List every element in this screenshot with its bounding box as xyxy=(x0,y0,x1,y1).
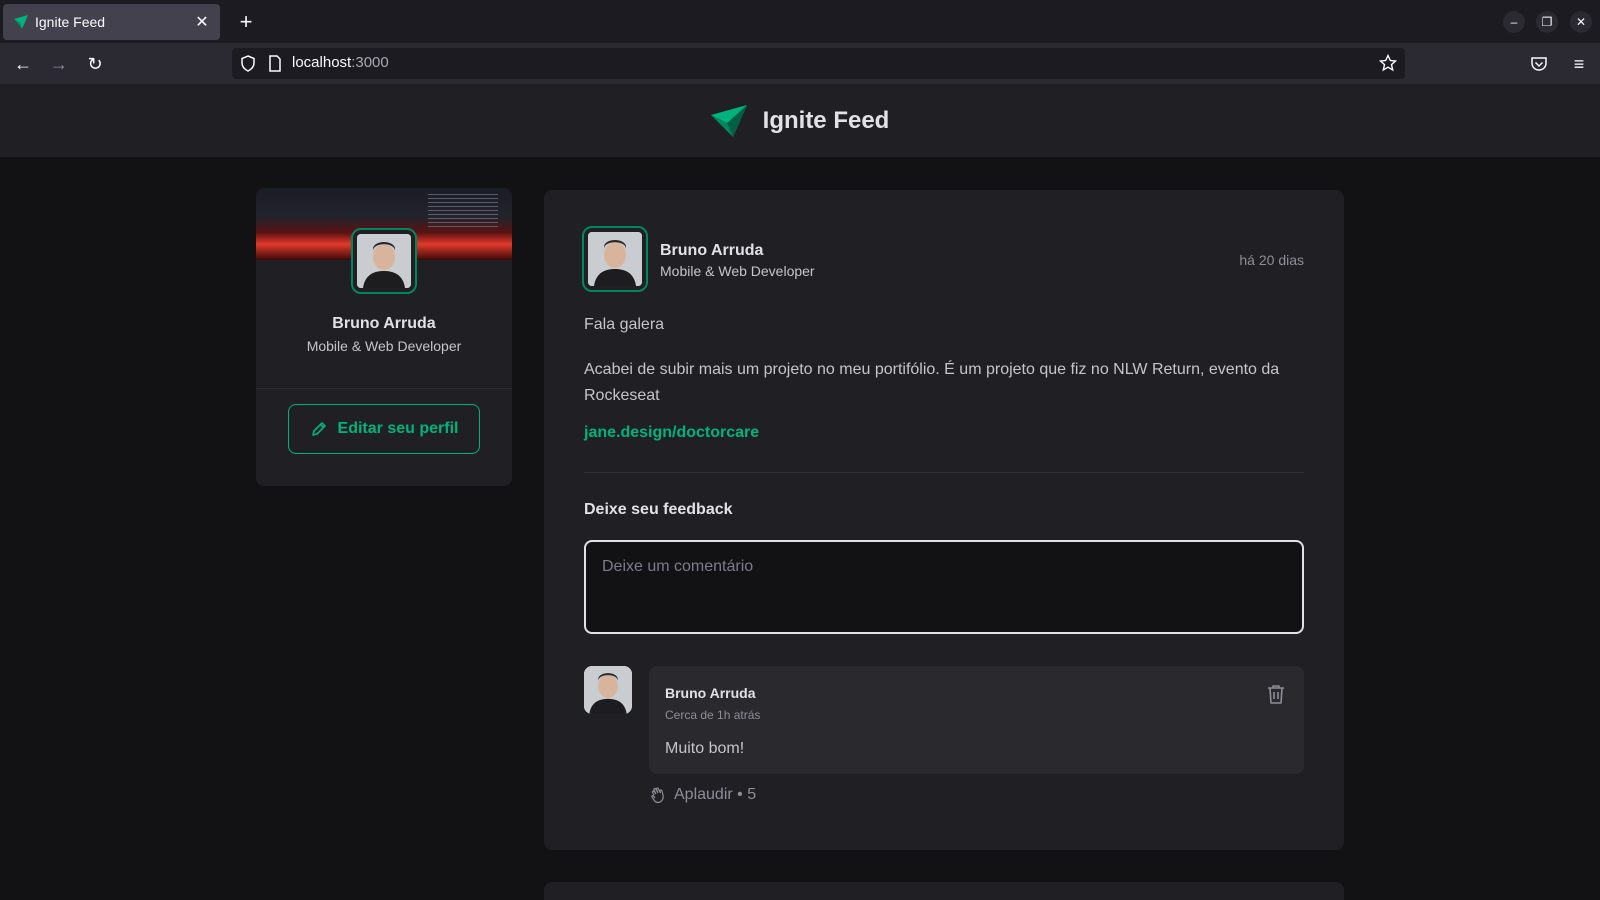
comment-input[interactable] xyxy=(584,540,1304,634)
user-avatar-icon xyxy=(357,234,411,288)
post-author-name: Bruno Arruda xyxy=(660,242,764,259)
user-avatar-icon xyxy=(588,232,642,286)
hands-clapping-icon xyxy=(651,787,664,804)
trash-icon[interactable] xyxy=(1264,682,1288,706)
ignite-logo-icon xyxy=(710,104,747,137)
window-close-icon[interactable]: ✕ xyxy=(1570,11,1592,33)
post-paragraph: Fala galera xyxy=(584,316,665,333)
edit-profile-button[interactable]: Editar seu perfil xyxy=(288,404,480,454)
app-header: Ignite Feed xyxy=(0,84,1600,157)
url-bar[interactable]: localhost:3000 xyxy=(232,48,1405,79)
post-link[interactable]: jane.design/doctorcare xyxy=(584,424,759,442)
applaud-label: Aplaudir xyxy=(674,786,733,803)
post-divider xyxy=(584,472,1304,473)
sidebar-user-name: Bruno Arruda xyxy=(332,315,436,332)
sidebar-avatar xyxy=(351,228,417,294)
tab-close-icon[interactable]: ✕ xyxy=(194,12,210,32)
edit-profile-label: Editar seu perfil xyxy=(337,420,459,437)
ignite-favicon-icon xyxy=(14,15,28,29)
applaud-button[interactable]: Aplaudir • 5 xyxy=(650,786,756,804)
app-title: Ignite Feed xyxy=(762,106,890,134)
applaud-separator: • xyxy=(732,786,748,803)
comment-text: Muito bom! xyxy=(665,740,745,757)
back-icon[interactable]: ← xyxy=(10,51,36,77)
post-card: Bruno Arruda Mobile & Web Developer há 2… xyxy=(544,190,1344,850)
post-author-role: Mobile & Web Developer xyxy=(660,263,815,279)
pencil-icon xyxy=(311,422,326,436)
cover-code-lines xyxy=(428,194,498,230)
tab-title: Ignite Feed xyxy=(35,14,106,30)
comment-author-name: Bruno Arruda xyxy=(665,685,756,701)
menu-icon[interactable]: ≡ xyxy=(1566,51,1592,77)
comment-timestamp: Cerca de 1h atrás xyxy=(665,708,761,722)
browser-tab[interactable]: Ignite Feed ✕ xyxy=(3,4,220,40)
page-icon xyxy=(269,55,281,72)
profile-sidebar: Bruno Arruda Mobile & Web Developer Edit… xyxy=(256,188,512,486)
feedback-title: Deixe seu feedback xyxy=(584,501,733,518)
reload-icon[interactable]: ↻ xyxy=(82,51,108,77)
user-avatar-icon xyxy=(584,666,632,714)
bookmark-star-icon[interactable] xyxy=(1379,54,1397,72)
minimize-icon[interactable]: – xyxy=(1503,11,1525,33)
comment-author-avatar[interactable] xyxy=(584,666,632,714)
post-card-next xyxy=(544,882,1344,900)
post-paragraph: Acabei de subir mais um projeto no meu p… xyxy=(584,361,1280,404)
browser-navbar: ← → ↻ localhost:3000 ≡ xyxy=(0,43,1600,84)
sidebar-divider xyxy=(256,388,512,389)
forward-icon[interactable]: → xyxy=(46,51,72,77)
shield-icon[interactable] xyxy=(240,55,256,72)
sidebar-user-role: Mobile & Web Developer xyxy=(306,338,462,354)
browser-tabbar: Ignite Feed ✕ + – ❐ ✕ xyxy=(0,0,1600,43)
applaud-count: 5 xyxy=(747,786,757,803)
restore-icon[interactable]: ❐ xyxy=(1536,11,1558,33)
comment-box: Bruno Arruda Cerca de 1h atrás Muito bom… xyxy=(649,666,1304,774)
post-timestamp: há 20 dias xyxy=(1239,252,1304,268)
url-text[interactable]: localhost:3000 xyxy=(292,54,389,71)
pocket-icon[interactable] xyxy=(1530,55,1548,73)
new-tab-icon[interactable]: + xyxy=(232,8,260,36)
post-author-avatar[interactable] xyxy=(582,226,648,292)
